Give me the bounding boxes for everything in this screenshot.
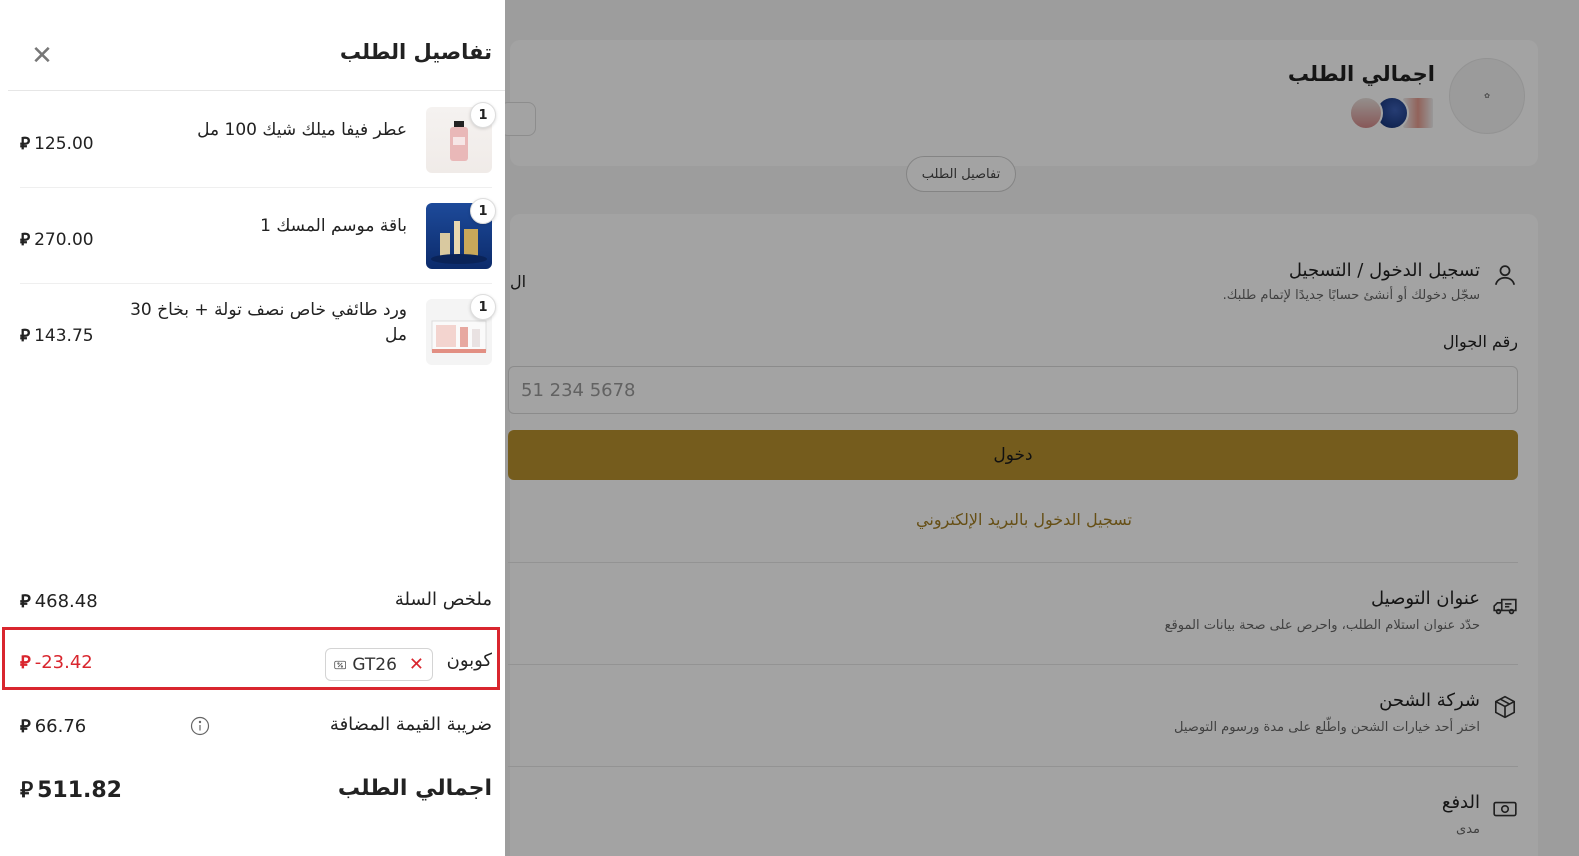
item-price: ⃁ 125.00 (20, 134, 94, 154)
total-value: ⃁ 511.82 (20, 778, 122, 803)
info-icon[interactable] (190, 716, 210, 736)
riyal-icon: ⃁ (20, 134, 31, 154)
drawer-title: تفاصيل الطلب (339, 40, 492, 64)
subtotal-label: ملخص السلة (394, 589, 492, 610)
remove-coupon-icon[interactable]: ✕ (409, 654, 424, 675)
subtotal-value: ⃁ 468.48 (20, 591, 98, 612)
cart-item: 1 باقة موسم المسك 1 ⃁ 270.00 (20, 188, 496, 284)
quantity-badge: 1 (470, 294, 496, 320)
vat-label: ضريبة القيمة المضافة (329, 714, 492, 735)
total-row: اجمالي الطلب ⃁ 511.82 (20, 776, 492, 806)
subtotal-row: ملخص السلة ⃁ 468.48 (20, 589, 492, 619)
coupon-code: GT26 (352, 654, 397, 675)
quantity-badge: 1 (470, 198, 496, 224)
item-name: باقة موسم المسك 1 (260, 216, 407, 236)
riyal-icon: ⃁ (20, 591, 31, 612)
close-icon[interactable]: ✕ (28, 42, 56, 70)
cart-item: 1 ورد طائفي خاص نصف تولة + بخاخ 30 مل ⃁ 1… (20, 284, 496, 380)
item-price: ⃁ 143.75 (20, 326, 94, 346)
item-name: ورد طائفي خاص نصف تولة + بخاخ 30 مل (130, 300, 407, 345)
quantity-badge: 1 (470, 102, 496, 128)
riyal-icon: ⃁ (20, 230, 31, 250)
coupon-tag-icon (334, 660, 347, 669)
drawer-divider (8, 90, 505, 91)
cart-item: 1 عطر فيفا ميلك شيك 100 مل ⃁ 125.00 (20, 92, 496, 188)
riyal-icon: ⃁ (20, 652, 31, 673)
order-details-drawer: تفاصيل الطلب ✕ 1 عطر فيفا ميلك شيك 100 م… (0, 0, 505, 856)
total-label: اجمالي الطلب (337, 776, 492, 801)
item-name: عطر فيفا ميلك شيك 100 مل (197, 120, 407, 140)
vat-value: ⃁ 66.76 (20, 716, 87, 737)
coupon-discount-value: ⃁ -23.42 (20, 652, 93, 673)
vat-row: ضريبة القيمة المضافة ⃁ 66.76 (20, 714, 492, 744)
coupon-chip: GT26 ✕ (325, 648, 433, 681)
riyal-icon: ⃁ (20, 716, 31, 737)
riyal-icon: ⃁ (20, 778, 34, 803)
riyal-icon: ⃁ (20, 326, 31, 346)
coupon-label: كوبون (446, 650, 492, 671)
item-price: ⃁ 270.00 (20, 230, 94, 250)
